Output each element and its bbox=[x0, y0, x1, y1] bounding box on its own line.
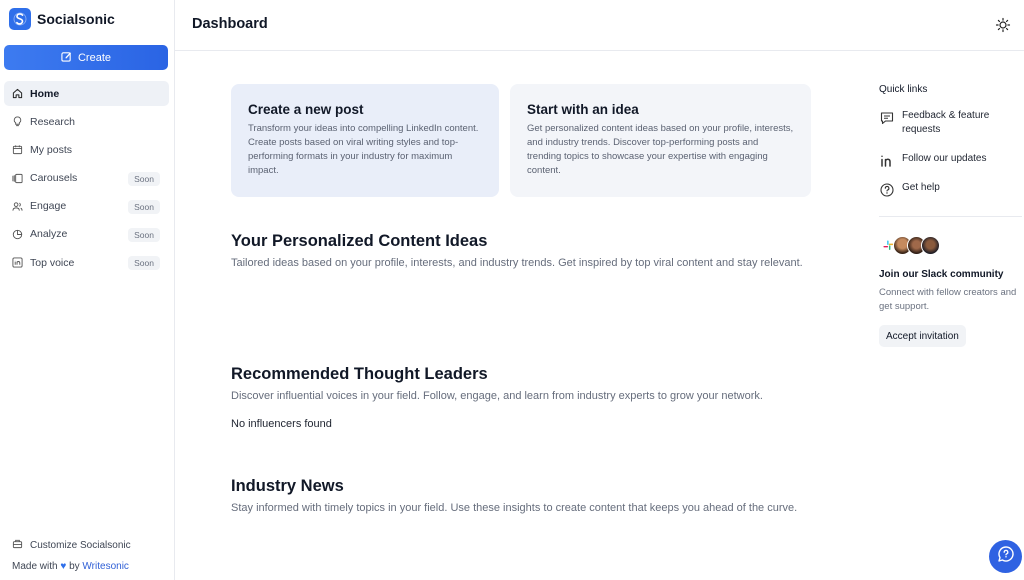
sidebar-item-label: Carousels bbox=[30, 172, 78, 185]
home-icon bbox=[12, 88, 23, 99]
empty-state-text: No influencers found bbox=[231, 417, 332, 430]
slack-community-desc: Connect with fellow creators and get sup… bbox=[879, 287, 1017, 312]
feedback-link[interactable]: Feedback & feature requests bbox=[879, 109, 1019, 137]
pie-chart-icon bbox=[12, 229, 23, 240]
writesonic-link[interactable]: Writesonic bbox=[82, 561, 129, 572]
start-idea-card[interactable]: Start with an idea Get personalized cont… bbox=[510, 84, 811, 197]
page-title: Dashboard bbox=[192, 16, 268, 32]
sidebar-item-label: My posts bbox=[30, 143, 73, 156]
help-circle-icon bbox=[879, 182, 895, 198]
follow-updates-label: Follow our updates bbox=[902, 153, 987, 164]
sidebar-item-label: Research bbox=[30, 115, 75, 128]
card-title: Create a new post bbox=[248, 102, 364, 117]
made-with-credit: Made with ♥ by Writesonic bbox=[12, 561, 129, 572]
sidebar-item-home[interactable]: Home bbox=[4, 81, 169, 106]
sidebar-item-engage[interactable]: Engage Soon bbox=[4, 194, 169, 219]
sidebar-item-label: Analyze bbox=[30, 228, 68, 241]
feedback-label: Feedback & feature requests bbox=[902, 110, 990, 135]
sun-icon[interactable] bbox=[995, 17, 1011, 33]
section-title: Recommended Thought Leaders bbox=[231, 365, 488, 383]
divider bbox=[879, 216, 1022, 217]
chat-support-button[interactable] bbox=[989, 540, 1022, 573]
linkedin-icon bbox=[879, 153, 895, 169]
sidebar-nav: Home Research My posts Carousels Soon En… bbox=[4, 81, 169, 278]
avatar bbox=[921, 236, 940, 255]
top-header: Dashboard bbox=[175, 0, 1024, 51]
sidebar-item-carousels[interactable]: Carousels Soon bbox=[4, 166, 169, 191]
briefcase-icon bbox=[12, 538, 23, 552]
content-ideas-section: Your Personalized Content Ideas Tailored… bbox=[231, 232, 821, 272]
create-button[interactable]: Create bbox=[4, 45, 168, 70]
section-title: Your Personalized Content Ideas bbox=[231, 232, 488, 250]
made-with-by: by bbox=[69, 561, 80, 572]
soon-badge: Soon bbox=[128, 256, 160, 271]
lightbulb-icon bbox=[12, 116, 23, 127]
sidebar-item-top-voice[interactable]: Top voice Soon bbox=[4, 250, 169, 275]
card-desc: Transform your ideas into compelling Lin… bbox=[248, 123, 479, 176]
socialsonic-logo-icon bbox=[9, 8, 31, 30]
soon-badge: Soon bbox=[128, 171, 160, 186]
users-icon bbox=[12, 201, 23, 212]
linkedin-icon bbox=[12, 257, 23, 268]
carousel-icon bbox=[12, 173, 23, 184]
card-desc: Get personalized content ideas based on … bbox=[527, 123, 794, 176]
sidebar-item-label: Engage bbox=[30, 200, 67, 213]
get-help-link[interactable]: Get help bbox=[879, 181, 940, 198]
industry-news-section: Industry News Stay informed with timely … bbox=[231, 477, 821, 517]
section-desc: Discover influential voices in your fiel… bbox=[231, 390, 763, 402]
brand[interactable]: Socialsonic bbox=[9, 8, 115, 30]
customize-label: Customize Socialsonic bbox=[30, 539, 131, 551]
section-desc: Tailored ideas based on your profile, in… bbox=[231, 257, 803, 269]
create-post-card[interactable]: Create a new post Transform your ideas i… bbox=[231, 84, 499, 197]
community-avatars bbox=[879, 236, 940, 255]
follow-updates-link[interactable]: Follow our updates bbox=[879, 152, 987, 169]
accept-invitation-button[interactable]: Accept invitation bbox=[879, 325, 966, 347]
soon-badge: Soon bbox=[128, 227, 160, 242]
calendar-icon bbox=[12, 144, 23, 155]
quick-links-title: Quick links bbox=[879, 84, 928, 95]
section-title: Industry News bbox=[231, 477, 344, 495]
sidebar-item-label: Home bbox=[30, 87, 60, 100]
brand-name: Socialsonic bbox=[37, 11, 115, 27]
heart-icon: ♥ bbox=[60, 561, 67, 572]
soon-badge: Soon bbox=[128, 199, 160, 214]
create-button-label: Create bbox=[77, 51, 112, 64]
slack-community-title: Join our Slack community bbox=[879, 269, 1004, 280]
sidebar: Socialsonic Create Home Research My post… bbox=[0, 0, 175, 580]
made-with-prefix: Made with bbox=[12, 561, 58, 572]
sidebar-item-analyze[interactable]: Analyze Soon bbox=[4, 222, 169, 247]
thought-leaders-section: Recommended Thought Leaders Discover inf… bbox=[231, 365, 821, 430]
chat-help-icon bbox=[997, 545, 1015, 568]
card-title: Start with an idea bbox=[527, 102, 639, 117]
sidebar-item-research[interactable]: Research bbox=[4, 109, 169, 134]
edit-icon bbox=[61, 51, 72, 65]
section-desc: Stay informed with timely topics in your… bbox=[231, 502, 798, 514]
sidebar-item-label: Top voice bbox=[30, 256, 75, 269]
sidebar-item-my-posts[interactable]: My posts bbox=[4, 137, 169, 162]
get-help-label: Get help bbox=[902, 182, 940, 193]
message-icon bbox=[879, 110, 895, 126]
customize-socialsonic-link[interactable]: Customize Socialsonic bbox=[12, 538, 131, 552]
